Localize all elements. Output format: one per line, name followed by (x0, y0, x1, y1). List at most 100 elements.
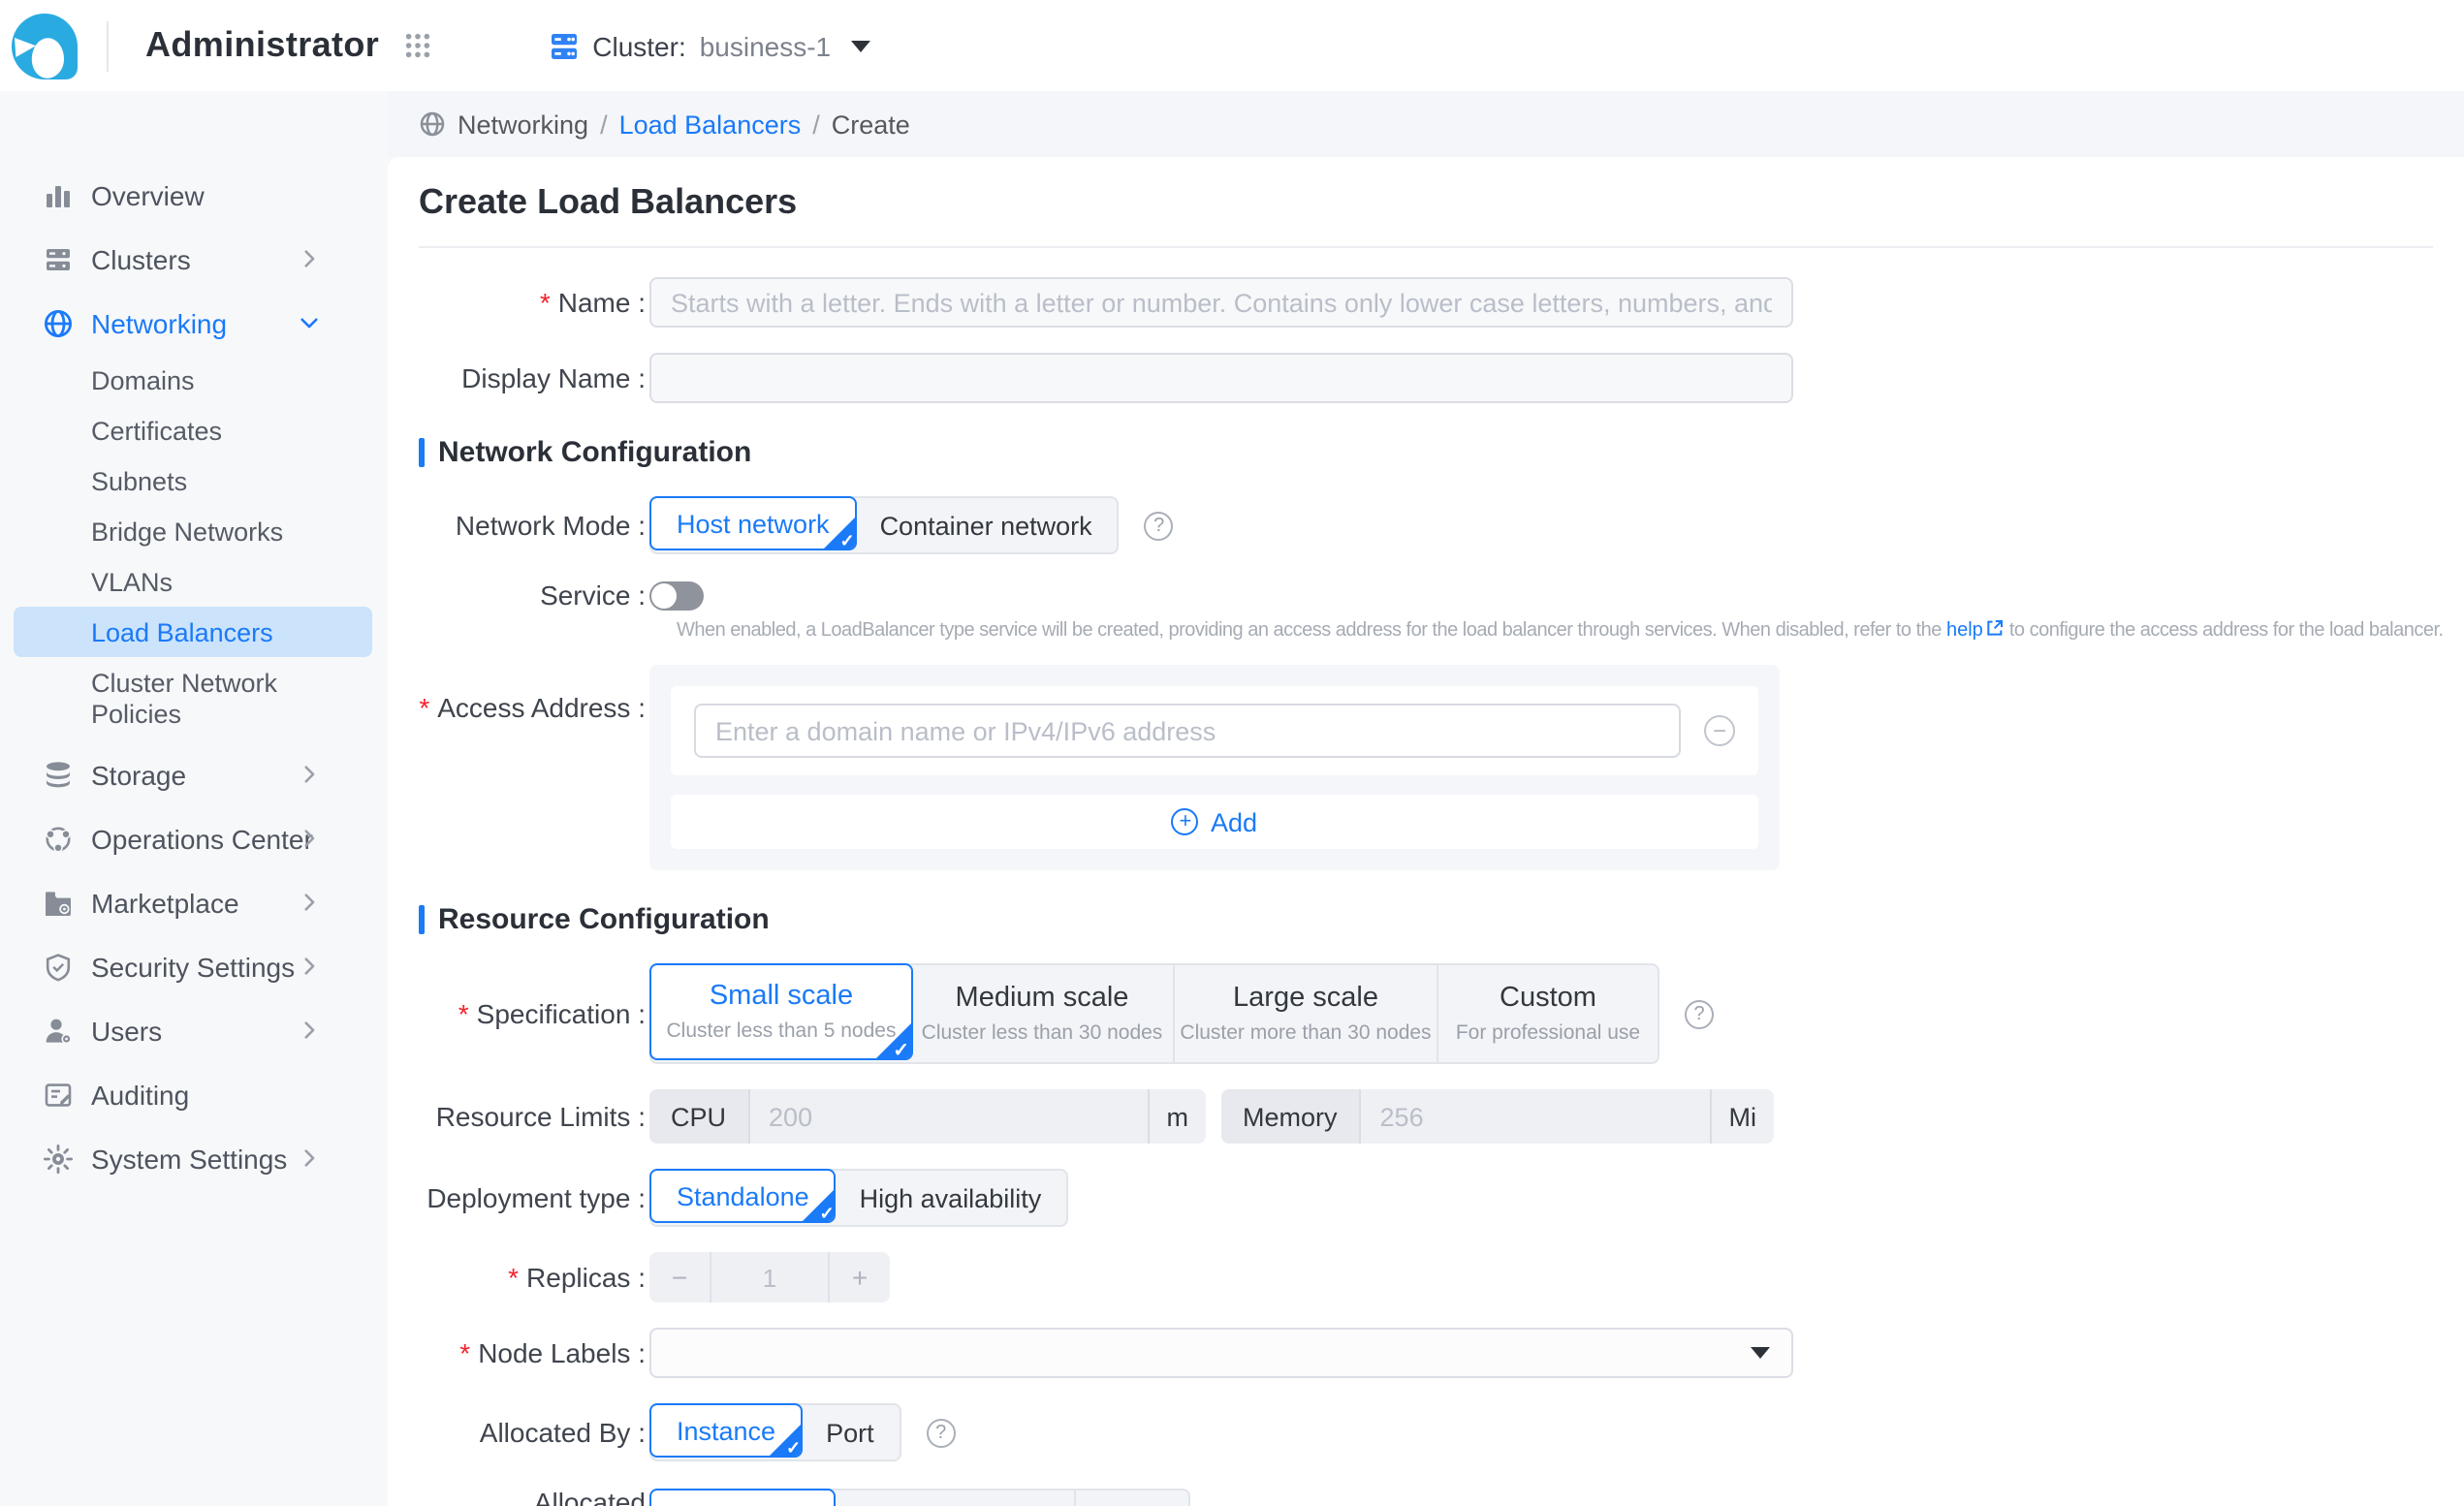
cpu-prefix: CPU (649, 1089, 749, 1144)
spec-card-small-scale[interactable]: Small scale Cluster less than 5 nodes (649, 963, 913, 1060)
sidebar-item-system-settings[interactable]: System Settings (0, 1126, 388, 1190)
top-bar: Administrator Cluster: business-1 (0, 0, 2464, 91)
name-input[interactable] (649, 277, 1793, 328)
sidebar-item-certificates[interactable]: Certificates (0, 405, 388, 455)
sidebar-item-domains[interactable]: Domains (0, 355, 388, 405)
allocated-by-option-instance[interactable]: Instance (649, 1403, 803, 1458)
allocated-projects-option-all[interactable]: All Projects (649, 1489, 835, 1506)
access-address-panel: − + Add (649, 665, 1780, 870)
remove-address-button[interactable]: − (1704, 715, 1735, 746)
breadcrumb-current: Create (832, 110, 910, 139)
section-accent-bar (419, 438, 425, 467)
database-icon (43, 759, 74, 790)
allocated-by-help-icon[interactable]: ? (927, 1418, 956, 1447)
add-address-button[interactable]: + Add (671, 795, 1758, 849)
memory-limit-group: Memory Mi (1221, 1089, 1774, 1144)
breadcrumb: Networking / Load Balancers / Create (388, 91, 2464, 157)
network-mode-help-icon[interactable]: ? (1145, 511, 1174, 540)
spec-card-medium-scale[interactable]: Medium scale Cluster less than 30 nodes (911, 965, 1175, 1062)
deployment-type-option-ha[interactable]: High availability (835, 1171, 1067, 1225)
replicas-value: 1 (710, 1252, 830, 1302)
access-address-label: Access Address (419, 665, 646, 723)
allocated-projects-toggle-group: All Projects Specific projects None (649, 1489, 1190, 1506)
specification-help-icon[interactable]: ? (1685, 999, 1714, 1028)
sidebar-item-marketplace[interactable]: Marketplace (0, 870, 388, 934)
breadcrumb-link-load-balancers[interactable]: Load Balancers (619, 110, 802, 139)
network-mode-option-container[interactable]: Container network (855, 498, 1118, 552)
globe-icon (43, 307, 74, 338)
network-mode-option-host[interactable]: Host network (649, 496, 857, 550)
cpu-unit: m (1148, 1089, 1207, 1144)
sidebar-item-load-balancers[interactable]: Load Balancers (14, 607, 372, 657)
chevron-right-icon (297, 1018, 322, 1043)
deployment-type-option-standalone[interactable]: Standalone (649, 1169, 837, 1223)
memory-limit-input[interactable] (1361, 1089, 1710, 1144)
replicas-increment-button[interactable]: + (830, 1252, 890, 1302)
allocated-by-option-port[interactable]: Port (801, 1405, 900, 1459)
spec-card-large-scale[interactable]: Large scale Cluster more than 30 nodes (1175, 965, 1438, 1062)
external-link-icon (1985, 618, 2005, 638)
access-address-input[interactable] (694, 704, 1681, 758)
deployment-type-label: Deployment type (419, 1182, 646, 1213)
sidebar-item-clusters[interactable]: Clusters (0, 227, 388, 291)
service-label: Service (419, 580, 646, 611)
chevron-right-icon (297, 890, 322, 915)
app-logo-icon[interactable] (10, 11, 79, 80)
sidebar-item-storage[interactable]: Storage (0, 742, 388, 806)
admin-console: Administrator Cluster: business-1 (0, 0, 2464, 1506)
help-link[interactable]: help (1946, 620, 1983, 642)
specification-label: Specification (419, 998, 646, 1029)
cpu-limit-input[interactable] (749, 1089, 1147, 1144)
sidebar-item-users[interactable]: Users (0, 998, 388, 1062)
sidebar-item-bridge-networks[interactable]: Bridge Networks (0, 506, 388, 556)
section-accent-bar (419, 905, 425, 934)
breadcrumb-root: Networking (458, 110, 588, 139)
toggle-knob (651, 582, 677, 608)
display-name-input[interactable] (649, 353, 1793, 403)
app-title: Administrator (145, 25, 379, 66)
cluster-value: business-1 (700, 30, 831, 61)
specification-card-group: Small scale Cluster less than 5 nodes Me… (649, 963, 1659, 1064)
cluster-selector[interactable]: Cluster: business-1 (548, 30, 869, 61)
service-help-text: When enabled, a LoadBalancer type servic… (677, 618, 2464, 642)
network-mode-toggle-group: Host network Container network (649, 496, 1120, 554)
app-switcher-grid-icon[interactable] (402, 31, 431, 60)
service-toggle[interactable] (649, 580, 704, 610)
chevron-right-icon (297, 954, 322, 979)
node-labels-select[interactable] (649, 1328, 1793, 1378)
sidebar-item-cluster-network-policies[interactable]: Cluster Network Policies (0, 657, 388, 742)
select-caret-down-icon (1751, 1347, 1770, 1359)
sidebar-item-auditing[interactable]: Auditing (0, 1062, 388, 1126)
divider (107, 20, 109, 71)
sidebar-item-vlans[interactable]: VLANs (0, 556, 388, 607)
allocated-projects-option-specific[interactable]: Specific projects (833, 1490, 1076, 1506)
network-configuration-section-header: Network Configuration (419, 436, 2464, 469)
servers-icon (43, 243, 74, 274)
resource-limits-label: Resource Limits (419, 1101, 646, 1132)
chevron-right-icon (297, 826, 322, 851)
globe-icon (419, 110, 446, 138)
cluster-label: Cluster: (592, 30, 685, 61)
replicas-stepper: − 1 + (649, 1252, 890, 1302)
cluster-caret-down-icon (850, 40, 869, 51)
allocated-by-toggle-group: Instance Port (649, 1403, 901, 1461)
sidebar-item-networking[interactable]: Networking (0, 291, 388, 355)
allocated-projects-option-none[interactable]: None (1076, 1490, 1189, 1506)
audit-doc-icon (43, 1079, 74, 1110)
chevron-down-icon (297, 310, 322, 335)
deployment-type-toggle-group: Standalone High availability (649, 1169, 1068, 1227)
operations-icon (43, 823, 74, 854)
memory-prefix: Memory (1221, 1089, 1361, 1144)
sidebar-item-operations-center[interactable]: Operations Center (0, 806, 388, 870)
allocated-by-label: Allocated By (419, 1417, 646, 1448)
name-label: Name (419, 287, 646, 318)
spec-card-custom[interactable]: Custom For professional use (1438, 965, 1658, 1062)
cpu-limit-group: CPU m (649, 1089, 1206, 1144)
replicas-decrement-button[interactable]: − (649, 1252, 710, 1302)
resource-configuration-section-header: Resource Configuration (419, 903, 2464, 936)
sidebar-item-subnets[interactable]: Subnets (0, 455, 388, 506)
plus-circle-icon: + (1172, 808, 1199, 835)
user-icon (43, 1015, 74, 1046)
sidebar-item-security-settings[interactable]: Security Settings (0, 934, 388, 998)
sidebar-item-overview[interactable]: Overview (0, 163, 388, 227)
